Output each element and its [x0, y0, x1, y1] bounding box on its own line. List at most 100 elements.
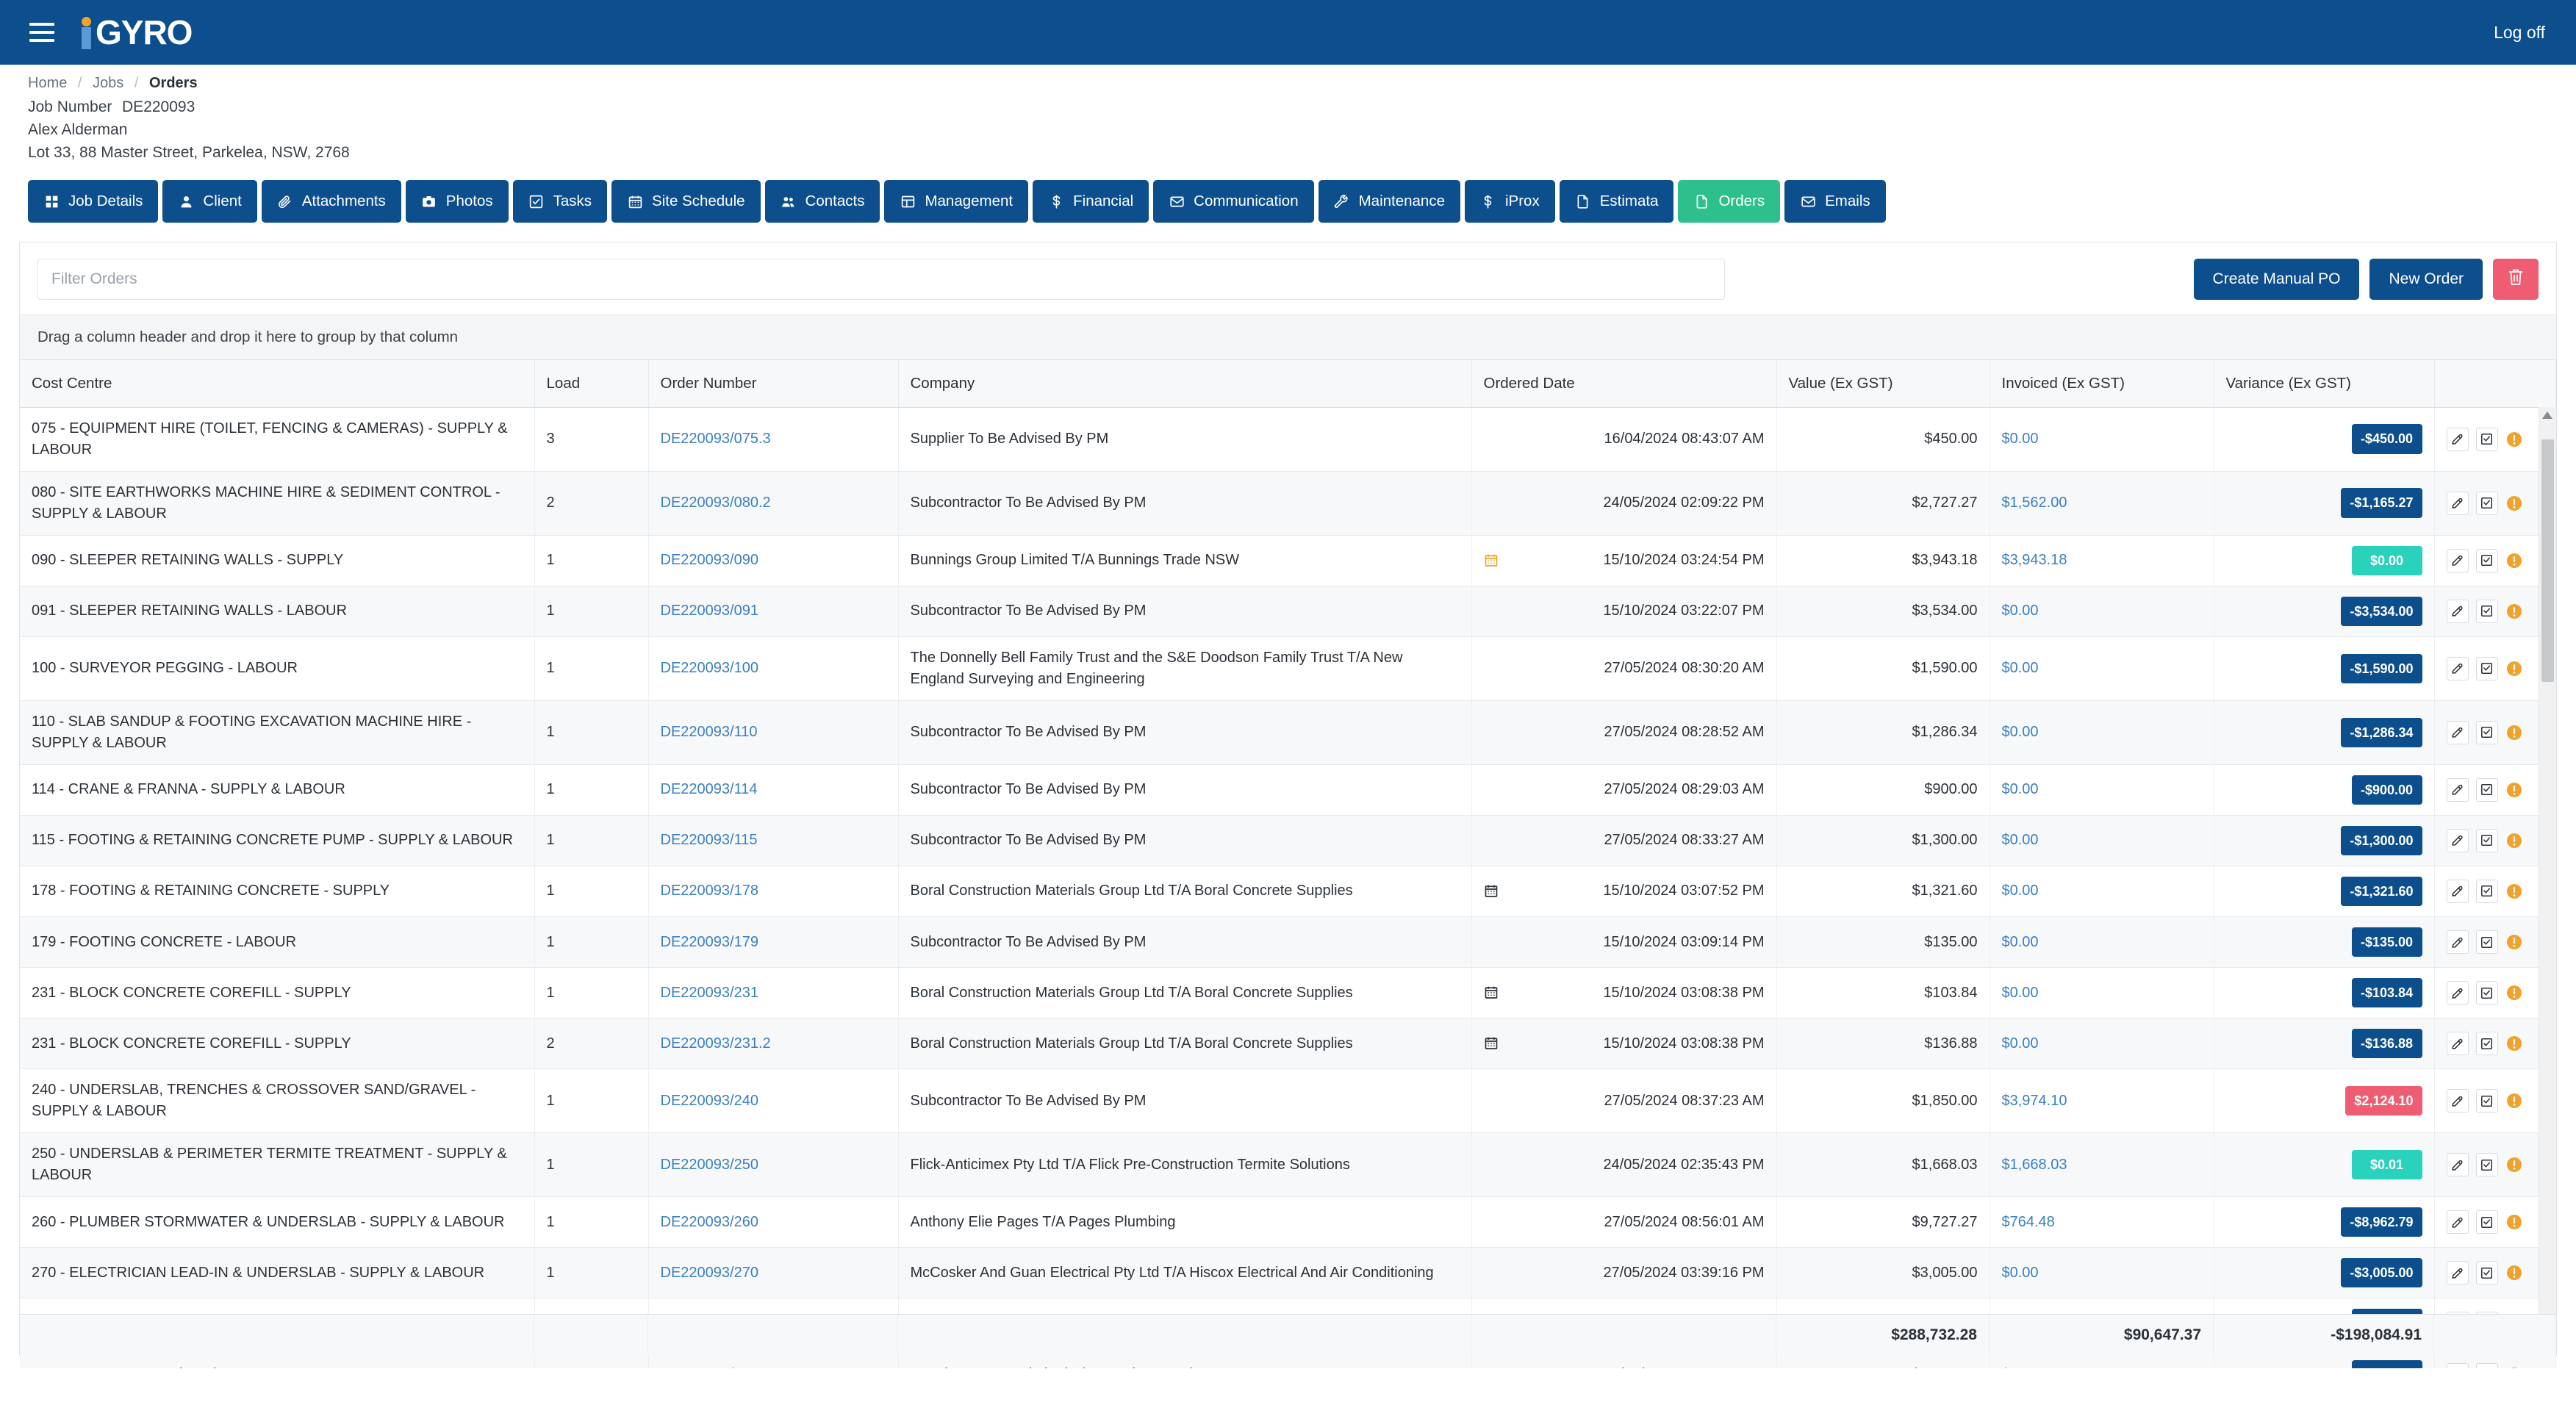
- edit-order-button[interactable]: [2446, 777, 2469, 802]
- edit-order-button[interactable]: [2446, 1089, 2469, 1113]
- tab-communication[interactable]: Communication: [1153, 180, 1314, 223]
- tab-photos[interactable]: Photos: [405, 180, 509, 223]
- order-number-link[interactable]: DE220093/091: [661, 603, 758, 619]
- warning-icon[interactable]: [2505, 602, 2523, 621]
- edit-order-button[interactable]: [2446, 491, 2469, 515]
- invoiced-link[interactable]: $1,668.03: [2002, 1157, 2067, 1173]
- edit-order-button[interactable]: [2446, 1261, 2469, 1285]
- order-number-link[interactable]: DE220093/080.2: [661, 495, 771, 511]
- create-manual-po-button[interactable]: Create Manual PO: [2193, 259, 2360, 300]
- invoiced-link[interactable]: $0.00: [2002, 431, 2039, 447]
- order-number-link[interactable]: DE220093/231: [661, 985, 758, 1001]
- edit-order-button[interactable]: [2446, 1153, 2469, 1177]
- approve-order-button[interactable]: [2475, 777, 2498, 802]
- table-row[interactable]: 179 - FOOTING CONCRETE - LABOUR 1 DE2200…: [20, 916, 2556, 969]
- edit-order-button[interactable]: [2446, 828, 2469, 852]
- warning-icon[interactable]: [2505, 933, 2523, 952]
- calendar-icon[interactable]: [1484, 1367, 1499, 1368]
- table-row[interactable]: 240 - UNDERSLAB, TRENCHES & CROSSOVER SA…: [20, 1068, 2556, 1134]
- edit-order-button[interactable]: [2446, 599, 2469, 623]
- tab-emails[interactable]: Emails: [1784, 180, 1886, 223]
- scrollbar-thumb[interactable]: [2541, 439, 2554, 682]
- column-header-value[interactable]: Value (Ex GST): [1776, 360, 1990, 408]
- invoiced-link[interactable]: $0.00: [2002, 985, 2039, 1001]
- order-number-link[interactable]: DE220093/075.3: [661, 431, 771, 447]
- calendar-icon[interactable]: [1484, 883, 1499, 899]
- warning-icon[interactable]: [2505, 1034, 2523, 1053]
- column-header-order-number[interactable]: Order Number: [648, 360, 899, 408]
- approve-order-button[interactable]: [2475, 1089, 2498, 1113]
- table-row[interactable]: 231 - BLOCK CONCRETE COREFILL - SUPPLY 2…: [20, 1018, 2556, 1070]
- table-row[interactable]: 231 - BLOCK CONCRETE COREFILL - SUPPLY 1…: [20, 967, 2556, 1019]
- order-number-link[interactable]: DE220093/240: [661, 1093, 758, 1109]
- grid-vertical-scrollbar[interactable]: [2539, 407, 2556, 1327]
- table-row[interactable]: 091 - SLEEPER RETAINING WALLS - LABOUR 1…: [20, 586, 2556, 637]
- approve-order-button[interactable]: [2475, 1032, 2498, 1056]
- tab-job-details[interactable]: Job Details: [28, 180, 159, 223]
- tab-tasks[interactable]: Tasks: [512, 180, 608, 223]
- order-number-link[interactable]: DE220093/179: [661, 934, 758, 950]
- approve-order-button[interactable]: [2475, 828, 2498, 852]
- approve-order-button[interactable]: [2475, 427, 2498, 451]
- calendar-icon[interactable]: [1484, 553, 1499, 569]
- group-by-dropzone[interactable]: Drag a column header and drop it here to…: [20, 315, 2556, 360]
- warning-icon[interactable]: [2505, 1365, 2523, 1368]
- edit-order-button[interactable]: [2446, 1032, 2469, 1056]
- edit-order-button[interactable]: [2446, 720, 2469, 744]
- logoff-link[interactable]: Log off: [2494, 23, 2545, 43]
- invoiced-link[interactable]: $4,526.86: [2002, 1366, 2067, 1368]
- warning-icon[interactable]: [2505, 1212, 2523, 1232]
- tab-estimata[interactable]: Estimata: [1559, 180, 1674, 223]
- invoiced-link[interactable]: $0.00: [2002, 1265, 2039, 1281]
- approve-order-button[interactable]: [2475, 656, 2498, 680]
- warning-icon[interactable]: [2505, 659, 2523, 678]
- approve-order-button[interactable]: [2475, 981, 2498, 1005]
- approve-order-button[interactable]: [2475, 599, 2498, 623]
- edit-order-button[interactable]: [2446, 930, 2469, 955]
- new-order-button[interactable]: New Order: [2369, 259, 2483, 300]
- app-logo[interactable]: GYRO: [79, 15, 193, 49]
- edit-order-button[interactable]: [2446, 1210, 2469, 1235]
- invoiced-link[interactable]: $0.00: [2002, 1035, 2039, 1052]
- order-number-link[interactable]: DE220093/231.2: [661, 1035, 771, 1052]
- approve-order-button[interactable]: [2475, 491, 2498, 515]
- order-number-link[interactable]: DE220093/260: [661, 1214, 758, 1230]
- order-number-link[interactable]: DE220093/279: [661, 1366, 758, 1368]
- tab-orders[interactable]: Orders: [1678, 180, 1781, 223]
- order-number-link[interactable]: DE220093/114: [661, 781, 758, 797]
- invoiced-link[interactable]: $0.00: [2002, 724, 2039, 740]
- approve-order-button[interactable]: [2475, 1153, 2498, 1177]
- table-row[interactable]: 115 - FOOTING & RETAINING CONCRETE PUMP …: [20, 815, 2556, 866]
- invoiced-link[interactable]: $0.00: [2002, 660, 2039, 676]
- column-header-variance[interactable]: Variance (Ex GST): [2214, 360, 2435, 408]
- invoiced-link[interactable]: $764.48: [2002, 1214, 2055, 1230]
- table-row[interactable]: 080 - SITE EARTHWORKS MACHINE HIRE & SED…: [20, 471, 2556, 536]
- column-header-company[interactable]: Company: [898, 360, 1472, 408]
- edit-order-button[interactable]: [2446, 981, 2469, 1005]
- warning-icon[interactable]: [2505, 723, 2523, 742]
- warning-icon[interactable]: [2505, 882, 2523, 901]
- tab-management[interactable]: Management: [884, 180, 1029, 223]
- approve-order-button[interactable]: [2475, 930, 2498, 955]
- table-row[interactable]: 250 - UNDERSLAB & PERIMETER TERMITE TREA…: [20, 1132, 2556, 1198]
- calendar-icon[interactable]: [1484, 985, 1499, 1001]
- approve-order-button[interactable]: [2475, 879, 2498, 903]
- warning-icon[interactable]: [2505, 1263, 2523, 1282]
- approve-order-button[interactable]: [2475, 1362, 2498, 1368]
- breadcrumb-home[interactable]: Home: [28, 75, 67, 91]
- order-number-link[interactable]: DE220093/100: [661, 660, 758, 676]
- invoiced-link[interactable]: $0.00: [2002, 883, 2039, 899]
- invoiced-link[interactable]: $1,562.00: [2002, 495, 2067, 511]
- filter-orders-input[interactable]: [37, 259, 1725, 300]
- warning-icon[interactable]: [2505, 494, 2523, 513]
- order-number-link[interactable]: DE220093/115: [661, 832, 758, 848]
- invoiced-link[interactable]: $3,974.10: [2002, 1093, 2067, 1109]
- table-row[interactable]: 075 - EQUIPMENT HIRE (TOILET, FENCING & …: [20, 407, 2556, 472]
- edit-order-button[interactable]: [2446, 879, 2469, 903]
- column-header-cost-centre[interactable]: Cost Centre: [20, 360, 535, 408]
- order-number-link[interactable]: DE220093/090: [661, 552, 758, 568]
- column-header-load[interactable]: Load: [534, 360, 649, 408]
- tab-financial[interactable]: Financial: [1033, 180, 1149, 223]
- invoiced-link[interactable]: $0.00: [2002, 603, 2039, 619]
- order-number-link[interactable]: DE220093/110: [661, 724, 758, 740]
